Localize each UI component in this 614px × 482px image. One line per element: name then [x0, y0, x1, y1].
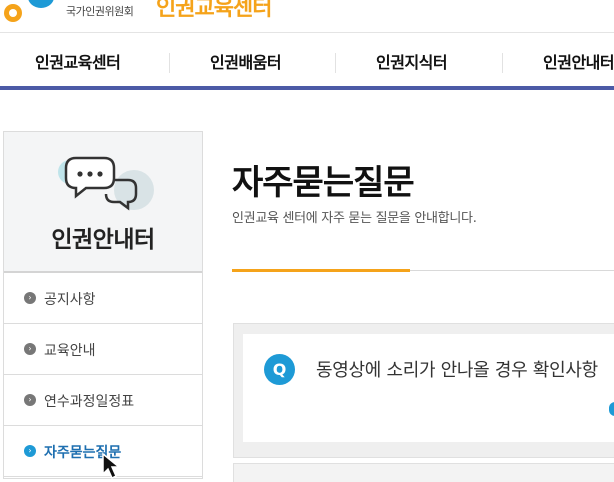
- side-menu-header: 인권안내터: [4, 132, 202, 273]
- nav-item-guide[interactable]: 인권안내터: [543, 33, 614, 87]
- expand-toggle-icon[interactable]: [609, 402, 614, 416]
- side-item-notice[interactable]: › 공지사항: [4, 273, 202, 324]
- page-description: 인권교육 센터에 자주 묻는 질문을 안내합니다.: [232, 211, 477, 226]
- org-name: 국가인권위원회: [66, 5, 134, 18]
- chevron-right-icon: ›: [24, 292, 36, 304]
- site-header: 국가인권위원회 인권교육센터: [0, 0, 614, 32]
- side-item-schedule[interactable]: › 연수과정일정표: [4, 375, 202, 426]
- chevron-right-icon: ›: [24, 343, 36, 355]
- faq-question[interactable]: 동영상에 소리가 안나올 경우 확인사항: [316, 356, 598, 382]
- nav-divider: [169, 53, 170, 73]
- nav-item-knowledge[interactable]: 인권지식터: [376, 33, 448, 87]
- chat-bubbles-icon: [58, 156, 154, 211]
- logo-icon[interactable]: [4, 4, 22, 22]
- global-nav: 인권교육센터 인권배움터 인권지식터 인권안내터: [0, 32, 614, 90]
- nav-item-edu-center[interactable]: 인권교육센터: [35, 33, 121, 87]
- chevron-right-icon: ›: [24, 445, 36, 457]
- nav-divider: [335, 53, 336, 73]
- side-menu-title: 인권안내터: [51, 227, 155, 253]
- side-menu: 인권안내터 › 공지사항 › 교육안내 › 연수과정일정표 › 자주묻는질문: [3, 131, 203, 479]
- side-item-label: 연수과정일정표: [44, 394, 135, 410]
- site-logo-text[interactable]: 인권교육센터: [156, 0, 272, 22]
- logo-mark-icon: [28, 0, 54, 8]
- question-badge-icon: Q: [264, 354, 295, 385]
- faq-item-container: [233, 463, 614, 482]
- side-item-edu-info[interactable]: › 교육안내: [4, 324, 202, 375]
- side-item-label: 공지사항: [44, 292, 96, 308]
- page-title: 자주묻는질문: [232, 163, 415, 203]
- chevron-right-icon: ›: [24, 394, 36, 406]
- side-item-label: 교육안내: [44, 343, 96, 359]
- mouse-cursor-icon: [102, 452, 122, 480]
- title-divider-accent: [232, 269, 410, 272]
- nav-item-learning[interactable]: 인권배움터: [210, 33, 282, 87]
- faq-item[interactable]: [243, 334, 614, 442]
- nav-divider: [502, 53, 503, 73]
